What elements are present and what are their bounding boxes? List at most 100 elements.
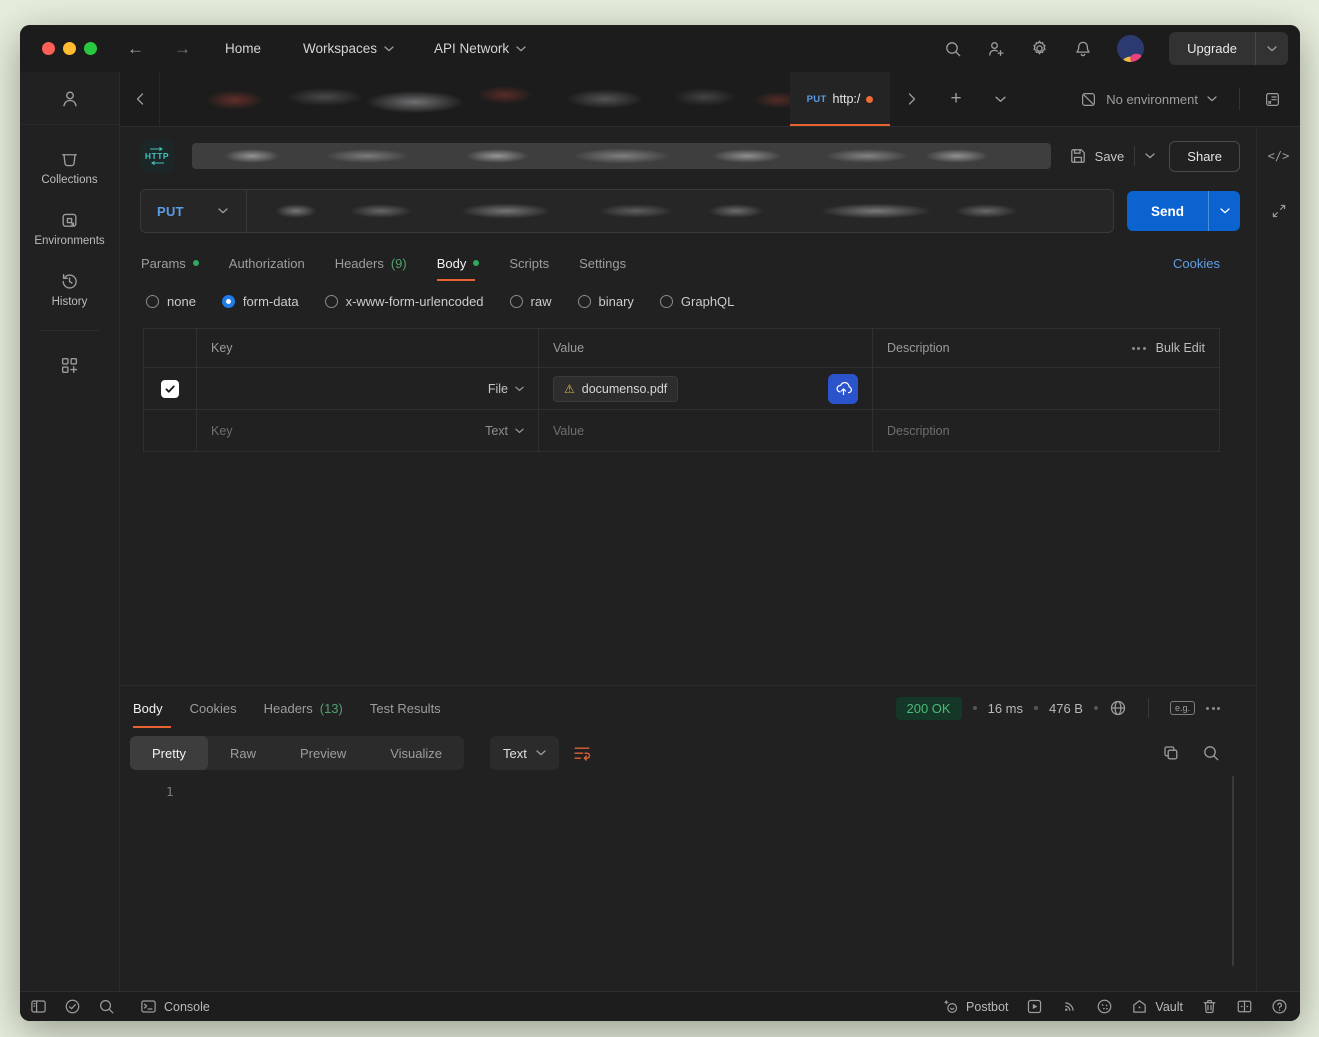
more-options-icon[interactable] — [1132, 347, 1146, 350]
maximize-window-button[interactable] — [84, 42, 97, 55]
toggle-sidebar-button[interactable] — [30, 998, 47, 1015]
status-badge[interactable]: 200 OK — [896, 697, 962, 720]
description-cell-new[interactable]: Description — [872, 409, 1219, 451]
tab-options-button[interactable] — [978, 72, 1022, 126]
tab-settings[interactable]: Settings — [579, 243, 626, 283]
save-dropdown-button[interactable] — [1145, 153, 1155, 159]
response-time[interactable]: 16 ms — [988, 701, 1023, 716]
view-pretty[interactable]: Pretty — [130, 736, 208, 770]
back-icon[interactable]: ← — [127, 39, 144, 59]
sidebar-item-environments[interactable]: Environments — [34, 211, 104, 247]
send-button[interactable]: Send — [1127, 191, 1208, 231]
upgrade-dropdown-button[interactable] — [1255, 32, 1288, 65]
sidebar-configure-tools-button[interactable] — [60, 356, 79, 375]
file-chip[interactable]: ⚠ documenso.pdf — [553, 376, 678, 402]
capture-requests-button[interactable] — [1061, 998, 1078, 1015]
view-visualize[interactable]: Visualize — [368, 736, 464, 770]
find-button[interactable] — [98, 998, 115, 1015]
copy-icon[interactable] — [1162, 744, 1180, 762]
vault-button[interactable]: Vault — [1131, 998, 1183, 1015]
save-example-button[interactable]: e.g. — [1170, 701, 1195, 715]
two-pane-view-button[interactable] — [1236, 998, 1253, 1015]
response-tab-headers[interactable]: Headers(13) — [264, 686, 343, 730]
tab-authorization[interactable]: Authorization — [229, 243, 305, 283]
scrollbar[interactable] — [1232, 776, 1234, 966]
close-window-button[interactable] — [42, 42, 55, 55]
search-response-icon[interactable] — [1202, 744, 1220, 762]
environment-selector[interactable]: No environment — [1074, 72, 1223, 126]
minimize-window-button[interactable] — [63, 42, 76, 55]
help-button[interactable] — [1271, 998, 1288, 1015]
response-tab-test-results[interactable]: Test Results — [370, 686, 441, 730]
expand-pane-icon[interactable] — [1271, 203, 1287, 219]
response-tab-body[interactable]: Body — [133, 686, 163, 730]
response-size[interactable]: 476 B — [1049, 701, 1083, 716]
search-icon[interactable] — [944, 40, 962, 58]
postman-window: ← → Home Workspaces API Network Upgrade — [20, 25, 1300, 1021]
console-button[interactable]: Console — [140, 998, 210, 1015]
api-health-button[interactable] — [64, 998, 81, 1015]
user-avatar[interactable] — [1117, 35, 1144, 62]
forward-icon[interactable]: → — [174, 39, 191, 59]
trash-button[interactable] — [1201, 998, 1218, 1015]
redacted-request-name[interactable] — [192, 143, 1051, 169]
bulk-edit-button[interactable]: Bulk Edit — [1156, 341, 1205, 355]
nav-home[interactable]: Home — [225, 41, 261, 56]
wrap-text-icon[interactable] — [573, 744, 592, 763]
radio-form-data[interactable]: form-data — [222, 294, 299, 309]
network-globe-icon[interactable] — [1109, 699, 1127, 717]
more-options-icon[interactable] — [1206, 707, 1220, 710]
notifications-bell-icon[interactable] — [1074, 40, 1092, 58]
postbot-button[interactable]: Postbot — [942, 998, 1008, 1015]
response-pane: Body Cookies Headers(13) Test Results 20… — [120, 685, 1256, 991]
send-button-group: Send — [1127, 191, 1240, 231]
cookies-link[interactable]: Cookies — [1173, 256, 1220, 271]
radio-binary[interactable]: binary — [578, 294, 634, 309]
radio-graphql[interactable]: GraphQL — [660, 294, 734, 309]
environment-quick-look-button[interactable] — [1252, 72, 1292, 126]
nav-workspaces[interactable]: Workspaces — [303, 41, 394, 56]
sidebar-item-collections[interactable]: Collections — [41, 150, 97, 186]
nav-api-network[interactable]: API Network — [434, 41, 526, 56]
sidebar-item-history[interactable]: History — [52, 272, 88, 308]
settings-gear-icon[interactable] — [1030, 39, 1049, 58]
radio-raw[interactable]: raw — [510, 294, 552, 309]
key-type-selector[interactable]: Text — [485, 424, 524, 438]
code-snippet-button[interactable]: </> — [1268, 149, 1290, 163]
profile-icon[interactable] — [20, 72, 119, 125]
response-body-editor[interactable]: 1 — [120, 776, 1256, 991]
value-cell[interactable]: ⚠ documenso.pdf — [538, 367, 872, 409]
runner-button[interactable] — [1026, 998, 1043, 1015]
no-environment-icon — [1080, 91, 1097, 108]
view-raw[interactable]: Raw — [208, 736, 278, 770]
new-tab-button[interactable]: + — [934, 72, 978, 126]
method-selector[interactable]: PUT — [141, 204, 246, 219]
cookies-manager-button[interactable] — [1096, 998, 1113, 1015]
key-cell-new[interactable]: Key Text — [196, 409, 538, 451]
scroll-tabs-left-button[interactable] — [120, 72, 160, 126]
radio-x-www-form-urlencoded[interactable]: x-www-form-urlencoded — [325, 294, 484, 309]
save-button[interactable]: Save — [1069, 147, 1125, 165]
active-request-tab[interactable]: PUT http:/ — [790, 72, 890, 126]
tab-headers[interactable]: Headers(9) — [335, 243, 407, 283]
invite-user-icon[interactable] — [987, 40, 1005, 58]
tab-body[interactable]: Body — [437, 243, 480, 283]
radio-none[interactable]: none — [146, 294, 196, 309]
share-button[interactable]: Share — [1169, 141, 1240, 172]
description-cell[interactable] — [872, 367, 1219, 409]
view-preview[interactable]: Preview — [278, 736, 368, 770]
key-type-selector[interactable]: File — [488, 382, 524, 396]
scroll-tabs-right-button[interactable] — [890, 72, 934, 126]
tab-scripts[interactable]: Scripts — [509, 243, 549, 283]
send-dropdown-button[interactable] — [1208, 191, 1240, 231]
redacted-request-tabs[interactable] — [160, 72, 790, 126]
response-tab-cookies[interactable]: Cookies — [190, 686, 237, 730]
tab-params[interactable]: Params — [141, 243, 199, 283]
row-checkbox-checked[interactable] — [161, 380, 179, 398]
upload-file-button[interactable] — [828, 374, 858, 404]
redacted-url-input[interactable] — [261, 198, 1099, 224]
upgrade-button[interactable]: Upgrade — [1169, 32, 1255, 65]
response-format-selector[interactable]: Text — [490, 736, 559, 770]
key-cell[interactable]: File — [196, 367, 538, 409]
value-cell-new[interactable]: Value — [538, 409, 872, 451]
